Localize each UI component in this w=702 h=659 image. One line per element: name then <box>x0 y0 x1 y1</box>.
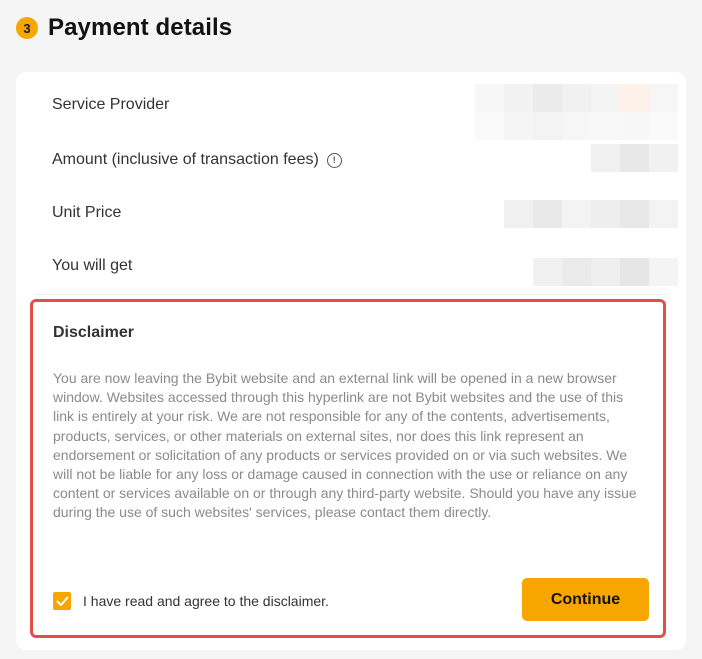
unit-price-label: Unit Price <box>52 204 122 221</box>
section-header: 3 Payment details <box>16 14 232 42</box>
disclaimer-text: You are now leaving the Bybit website an… <box>53 370 637 521</box>
info-circle-icon[interactable]: ! <box>326 152 342 168</box>
you-will-get-label: You will get <box>52 257 133 274</box>
agree-checkbox[interactable] <box>53 592 71 610</box>
step-badge: 3 <box>16 17 38 39</box>
checkmark-icon <box>56 596 68 606</box>
service-provider-label: Service Provider <box>52 96 170 113</box>
amount-label: Amount (inclusive of transaction fees) <box>52 151 319 168</box>
payment-details-card: Service Provider Amount (inclusive of tr… <box>16 72 686 650</box>
amount-row: Amount (inclusive of transaction fees) ! <box>52 145 342 175</box>
amount-value-blurred <box>591 144 678 172</box>
you-will-get-row: You will get <box>52 251 132 281</box>
continue-button[interactable]: Continue <box>522 578 649 621</box>
agree-checkbox-row[interactable]: I have read and agree to the disclaimer. <box>53 592 329 610</box>
disclaimer-box: Disclaimer You are now leaving the Bybit… <box>30 299 666 638</box>
you-will-get-value-blurred <box>533 258 678 286</box>
unit-price-value-blurred <box>504 200 678 228</box>
details-divider <box>34 294 668 295</box>
agree-label: I have read and agree to the disclaimer. <box>83 593 329 609</box>
service-provider-value-blurred <box>475 84 678 140</box>
disclaimer-title: Disclaimer <box>53 324 134 341</box>
service-provider-row: Service Provider <box>52 90 169 120</box>
unit-price-row: Unit Price <box>52 198 121 228</box>
section-title: Payment details <box>48 14 233 41</box>
payment-details-page: 3 Payment details Service Provider Amoun… <box>0 0 702 659</box>
